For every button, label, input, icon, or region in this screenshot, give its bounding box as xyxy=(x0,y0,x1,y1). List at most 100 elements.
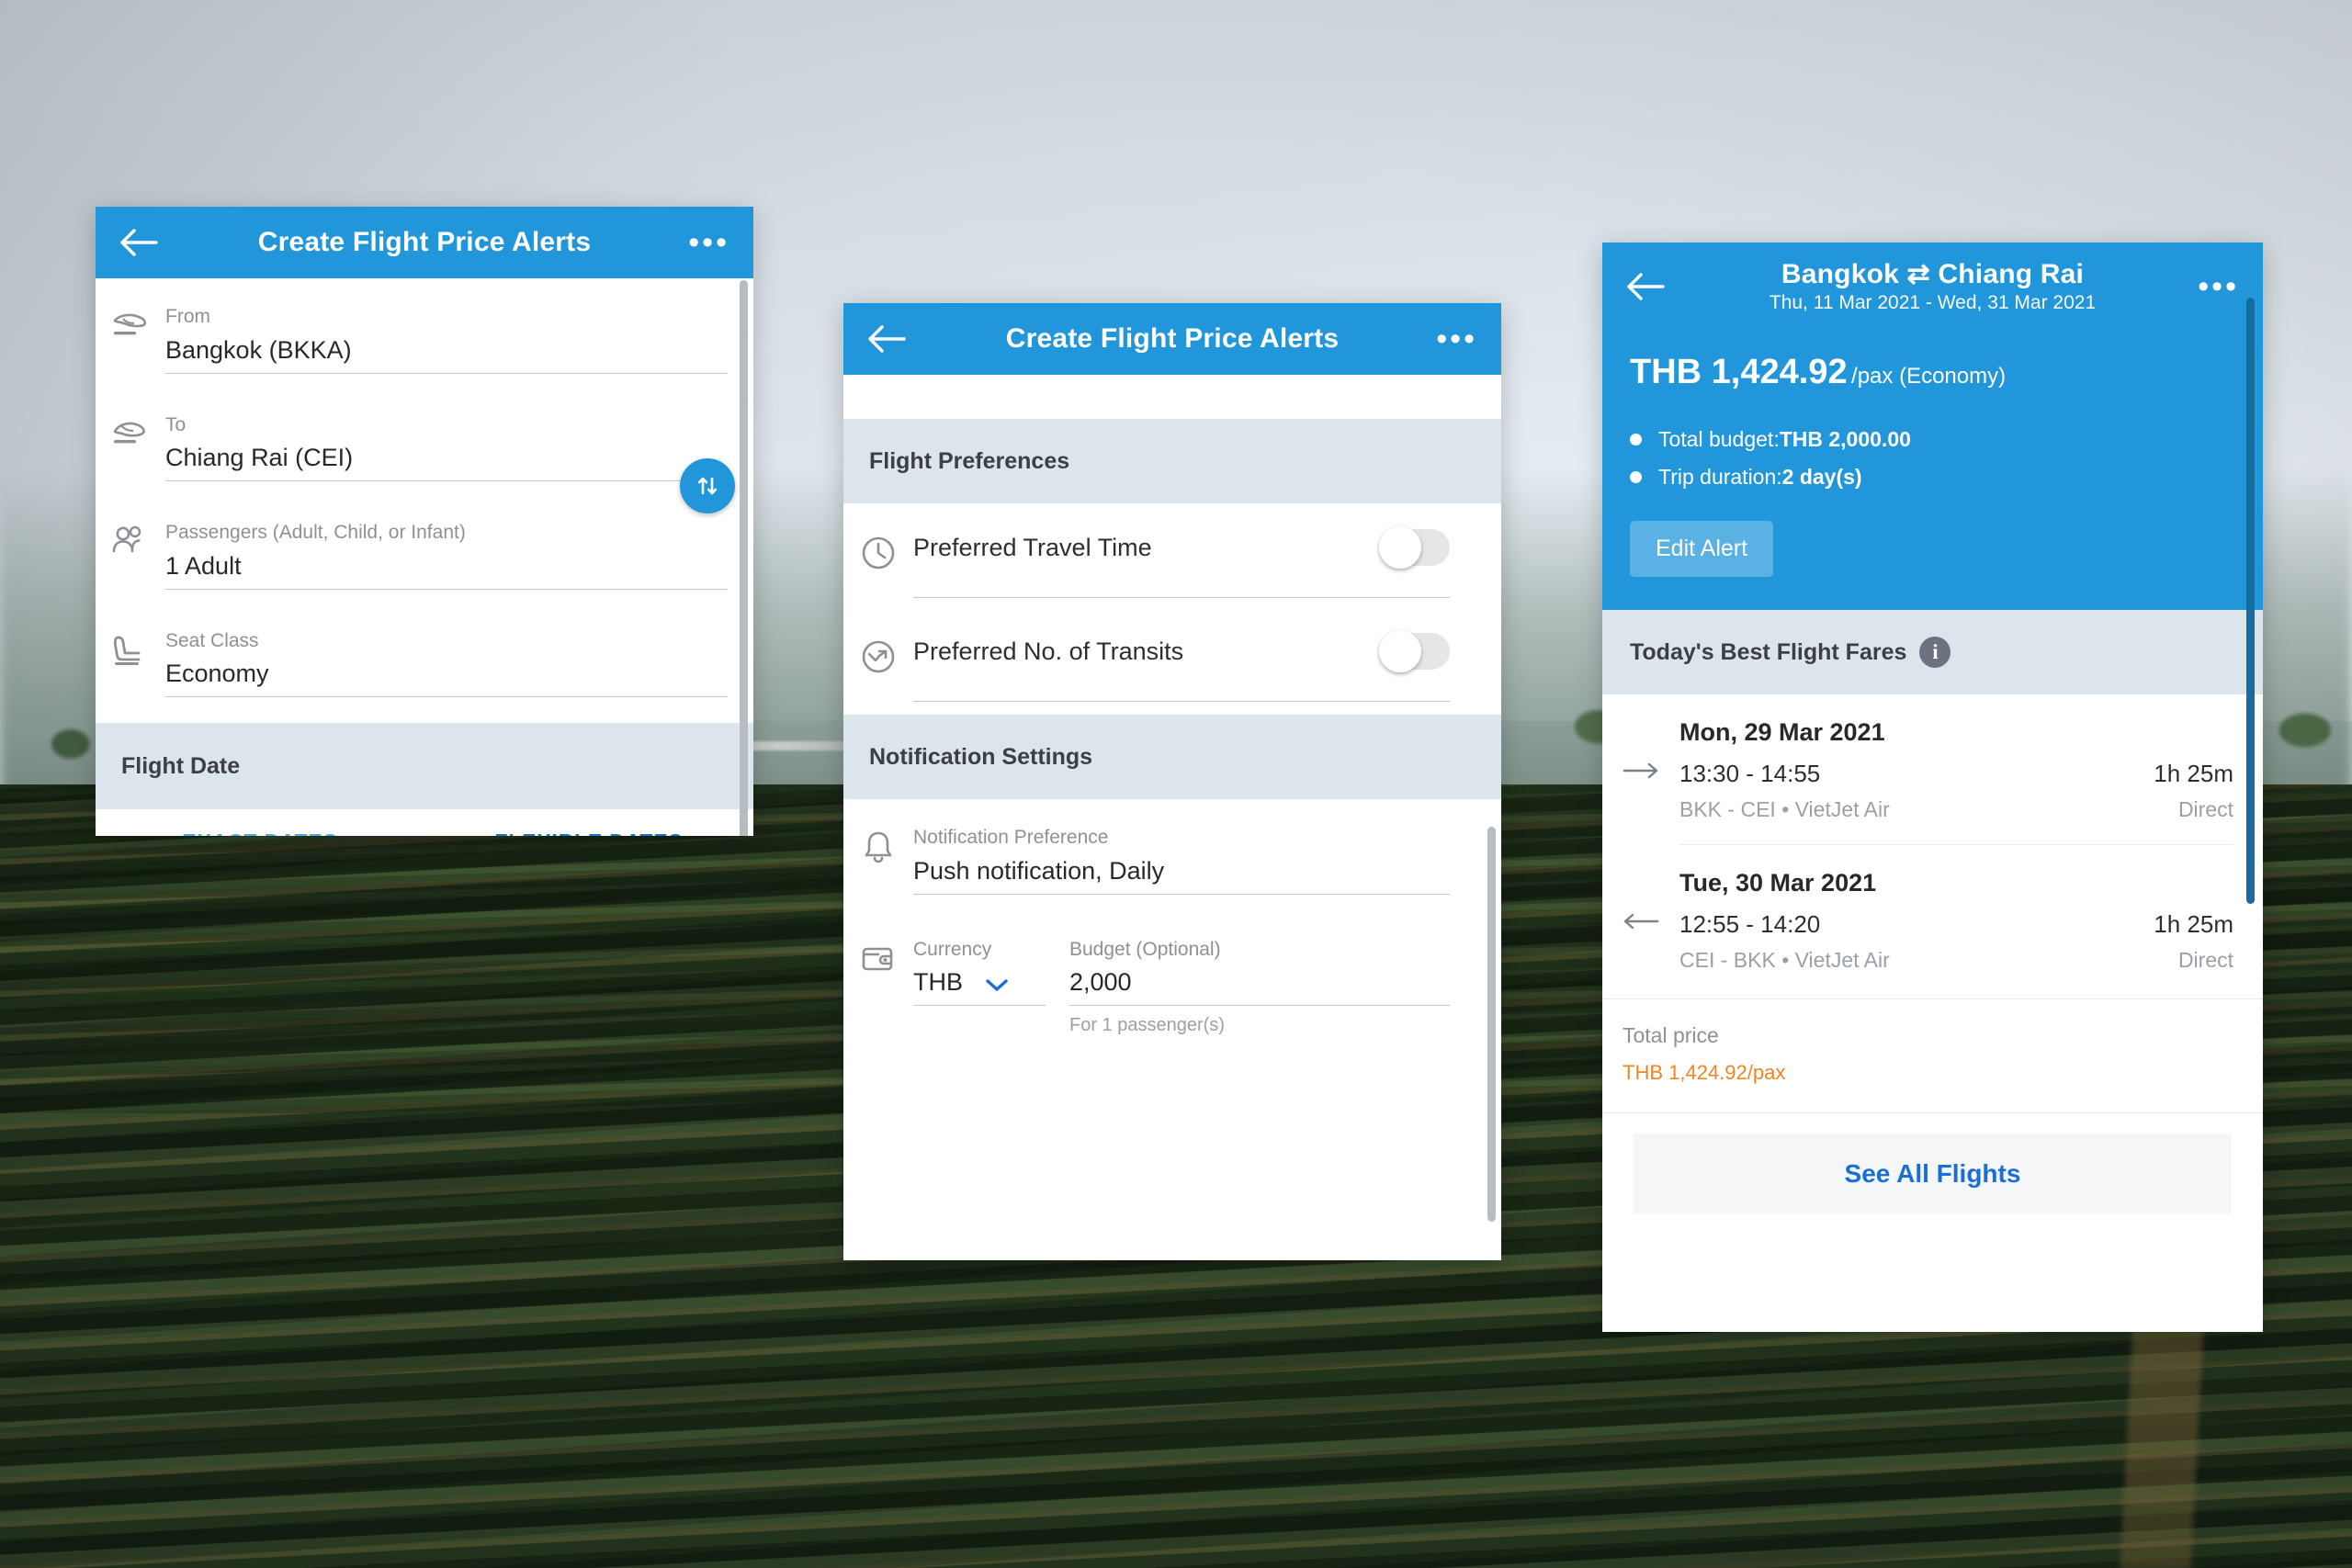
fare-outbound-date: Mon, 29 Mar 2021 xyxy=(1679,718,1885,746)
chevron-down-icon[interactable] xyxy=(983,976,1011,994)
passengers-value[interactable]: 1 Adult xyxy=(165,547,728,589)
date-mode-tabs: EXACT DATES FLEXIBLE DATES xyxy=(96,809,753,836)
bullet-trip-duration: Trip duration: 2 day(s) xyxy=(1630,465,2235,490)
departure-plane-icon xyxy=(96,302,165,374)
notification-preference-body: Notification Preference Push notificatio… xyxy=(913,823,1476,895)
flight-preferences-section-header: Flight Preferences xyxy=(843,419,1501,503)
panel2-scrollbar[interactable] xyxy=(1487,827,1496,1222)
preferred-transits-label: Preferred No. of Transits xyxy=(913,637,1184,665)
info-icon[interactable]: i xyxy=(1919,637,1951,668)
panel2-preferences: Preferred Travel Time Preferred No. of T… xyxy=(843,503,1501,715)
currency-underline xyxy=(913,1005,1046,1006)
notification-preference-label: Notification Preference xyxy=(913,827,1109,848)
bell-icon xyxy=(843,823,913,895)
arrival-plane-icon xyxy=(96,411,165,482)
preferred-travel-time-body: Preferred Travel Time xyxy=(913,526,1476,598)
fares-list: Mon, 29 Mar 2021 13:30 - 14:55 1h 25m BK… xyxy=(1602,694,2263,973)
seat-class-field-body: Seat Class Economy xyxy=(165,626,753,697)
panel2-top-spacer xyxy=(843,375,1501,419)
panel1-title-wrap: Create Flight Price Alerts xyxy=(162,227,687,259)
fare-return-main: Tue, 30 Mar 2021 12:55 - 14:20 1h 25m CE… xyxy=(1679,869,2233,973)
currency-budget-body: Currency THB Budget (Optional) 2,000 For… xyxy=(913,935,1476,1037)
fare-row-outbound[interactable]: Mon, 29 Mar 2021 13:30 - 14:55 1h 25m BK… xyxy=(1623,718,2233,822)
see-all-flights-button[interactable]: See All Flights xyxy=(1634,1134,2232,1214)
fare-outbound-route: BKK - CEI • VietJet Air xyxy=(1679,797,1890,821)
notification-preference-value[interactable]: Push notification, Daily xyxy=(913,852,1450,894)
fare-outbound-time: 13:30 - 14:55 xyxy=(1679,760,1821,787)
fare-return-route: CEI - BKK • VietJet Air xyxy=(1679,948,1890,972)
passengers-icon xyxy=(96,518,165,590)
panel3-scrollbar[interactable] xyxy=(2246,298,2255,904)
back-arrow-icon[interactable] xyxy=(1626,272,1668,301)
fare-outbound-main: Mon, 29 Mar 2021 13:30 - 14:55 1h 25m BK… xyxy=(1679,718,2233,822)
panel2-notification-body: Notification Preference Push notificatio… xyxy=(843,799,1501,1036)
fare-outbound-stops: Direct xyxy=(2177,797,2233,821)
fare-row-return[interactable]: Tue, 30 Mar 2021 12:55 - 14:20 1h 25m CE… xyxy=(1623,869,2233,973)
alert-price-line: THB 1,424.92 /pax (Economy) xyxy=(1630,353,2235,427)
to-field-body: To Chiang Rai (CEI) xyxy=(165,411,753,481)
currency-field[interactable]: Currency THB xyxy=(913,935,1046,1037)
fare-return-time: 12:55 - 14:20 xyxy=(1679,910,1821,938)
fare-return-stops: Direct xyxy=(2177,948,2233,972)
clock-icon xyxy=(843,529,913,598)
overflow-menu-icon[interactable]: ••• xyxy=(687,227,729,258)
preferred-transits-row[interactable]: Preferred No. of Transits xyxy=(843,598,1476,715)
budget-field[interactable]: Budget (Optional) 2,000 For 1 passenger(… xyxy=(1069,935,1450,1037)
passengers-field-body: Passengers (Adult, Child, or Infant) 1 A… xyxy=(165,518,753,590)
overflow-menu-icon[interactable]: ••• xyxy=(2197,271,2239,302)
seat-class-value[interactable]: Economy xyxy=(165,655,728,696)
bullet-total-budget-label: Total budget: xyxy=(1658,427,1780,451)
alert-price: THB 1,424.92 xyxy=(1630,353,1848,391)
bullet-trip-duration-label: Trip duration: xyxy=(1658,465,1782,489)
preferred-travel-time-toggle[interactable] xyxy=(1379,526,1450,569)
panel2-appbar: Create Flight Price Alerts ••• xyxy=(843,303,1501,375)
seat-class-field[interactable]: Seat Class Economy xyxy=(96,590,753,698)
back-arrow-icon[interactable] xyxy=(867,324,910,354)
bullet-total-budget-value: THB 2,000.00 xyxy=(1779,427,1911,451)
transit-icon xyxy=(843,633,913,702)
alert-price-suffix: /pax (Economy) xyxy=(1851,364,2007,389)
to-value[interactable]: Chiang Rai (CEI) xyxy=(165,439,728,480)
fare-return-duration: 1h 25m xyxy=(2154,910,2233,938)
to-field[interactable]: To Chiang Rai (CEI) xyxy=(96,374,753,482)
edit-alert-button[interactable]: Edit Alert xyxy=(1630,521,1774,577)
preferred-transits-body: Preferred No. of Transits xyxy=(913,630,1476,702)
panel1-form: From Bangkok (BKKA) To Chiang Rai (CEI) xyxy=(96,278,753,723)
flight-date-section-header: Flight Date xyxy=(96,723,753,809)
fare-return-date: Tue, 30 Mar 2021 xyxy=(1679,869,1877,897)
seat-class-underline xyxy=(165,696,728,697)
total-price-value-wrap: THB 1,424.92/pax xyxy=(1623,1048,2233,1087)
from-value[interactable]: Bangkok (BKKA) xyxy=(165,332,728,373)
flight-preferences-section-label: Flight Preferences xyxy=(869,447,1070,474)
preferred-travel-time-row[interactable]: Preferred Travel Time xyxy=(843,503,1476,598)
fare-outbound-details: BKK - CEI • VietJet Air Direct xyxy=(1679,788,2233,822)
panel1-appbar: Create Flight Price Alerts ••• xyxy=(96,207,753,278)
panel3-appbar: Bangkok ⇄ Chiang Rai Thu, 11 Mar 2021 - … xyxy=(1602,243,2263,331)
from-field[interactable]: From Bangkok (BKKA) xyxy=(96,289,753,374)
bullet-trip-duration-value: 2 day(s) xyxy=(1781,465,1862,489)
from-field-body: From Bangkok (BKKA) xyxy=(165,302,753,374)
tab-flexible-dates[interactable]: FLEXIBLE DATES xyxy=(424,809,753,836)
currency-value[interactable]: THB xyxy=(913,964,963,1005)
fare-outbound-duration: 1h 25m xyxy=(2154,760,2233,787)
fare-outbound-times: 13:30 - 14:55 1h 25m xyxy=(1679,760,2233,788)
bullet-total-budget: Total budget: THB 2,000.00 xyxy=(1630,427,2235,452)
panel3-subtitle: Thu, 11 Mar 2021 - Wed, 31 Mar 2021 xyxy=(1769,292,2097,314)
preferred-transits-underline xyxy=(913,701,1450,702)
bullet-dot-icon xyxy=(1630,434,1642,446)
panel2-title-wrap: Create Flight Price Alerts xyxy=(910,323,1435,355)
seat-icon xyxy=(96,626,165,698)
panel1-scrollbar[interactable] xyxy=(740,280,748,836)
back-arrow-icon[interactable] xyxy=(119,228,162,257)
to-label: To xyxy=(165,413,187,435)
panel3-title-wrap: Bangkok ⇄ Chiang Rai Thu, 11 Mar 2021 - … xyxy=(1668,259,2197,315)
wallet-icon xyxy=(843,935,913,1037)
notification-settings-section-label: Notification Settings xyxy=(869,743,1093,770)
budget-value[interactable]: 2,000 xyxy=(1069,964,1450,1005)
overflow-menu-icon[interactable]: ••• xyxy=(1435,323,1477,355)
preferred-transits-toggle[interactable] xyxy=(1379,630,1450,672)
tab-exact-dates[interactable]: EXACT DATES xyxy=(96,809,424,836)
notification-preference-field[interactable]: Notification Preference Push notificatio… xyxy=(843,799,1476,895)
flight-price-alert-detail-panel: Bangkok ⇄ Chiang Rai Thu, 11 Mar 2021 - … xyxy=(1602,243,2263,1332)
passengers-field[interactable]: Passengers (Adult, Child, or Infant) 1 A… xyxy=(96,481,753,590)
